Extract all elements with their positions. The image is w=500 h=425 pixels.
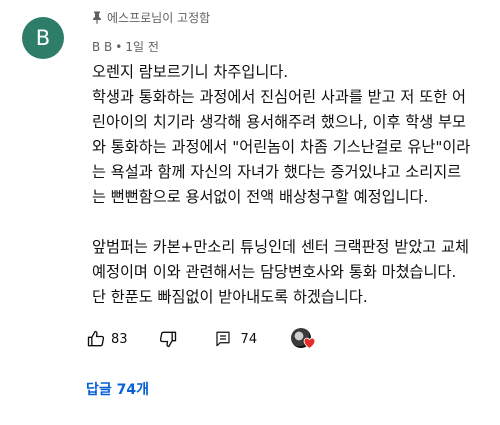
comment-text-line: 예정이며 이와 관련해서는 담당변호사와 통화 마쳤습니다.: [92, 263, 457, 281]
comment-text-line: 오렌지 람보르기니 차주입니다.: [92, 63, 289, 81]
creator-heart: [291, 328, 317, 350]
pin-icon: [93, 11, 101, 24]
comment-text-line: 학생과 통화하는 과정에서 진심어린 사과를 받고 저 또한 어: [92, 88, 466, 106]
avatar-letter: B: [35, 26, 51, 50]
thumbs-down-icon: [159, 331, 176, 348]
view-replies-link[interactable]: 답글 74개: [86, 379, 149, 399]
comment-text-line: 와 통화하는 과정에서 "어린놈이 차좀 기스난걸로 유난"이라: [92, 138, 471, 156]
comment-text-line: 는 욕설과 함께 자신의 자녀가 했다는 증거있냐고 소리지르: [92, 163, 462, 181]
comment-text-line: 단 한푼도 빠짐없이 받아내도록 하겠습니다.: [92, 288, 368, 306]
comment-actions: 83 74: [86, 328, 317, 350]
author-name[interactable]: B B: [92, 40, 112, 54]
dislike-button[interactable]: [158, 329, 178, 349]
comment-text-line: 는 뻔뻔함으로 용서없이 전액 배상청구할 예정입니다.: [92, 188, 429, 206]
comment-thread: B 에스프로님이 고정함 B B • 1일 전 오렌지 람보르기니 차주입니다. 학생…: [0, 0, 500, 425]
pinned-indicator: 에스프로님이 고정함: [92, 9, 210, 26]
thumbs-up-icon: [87, 330, 105, 347]
reply-count: 74: [240, 331, 258, 347]
reply-icon: [215, 331, 230, 347]
comment-text-line: 린아이의 치기라 생각해 용서해주려 했으나, 이후 학생 부모: [92, 113, 466, 131]
like-count: 83: [111, 331, 128, 347]
avatar[interactable]: B: [22, 17, 64, 59]
meta-separator: •: [115, 40, 123, 54]
like-button[interactable]: 83: [86, 329, 128, 349]
comment-meta: B B • 1일 전: [92, 38, 159, 55]
pinned-label: 에스프로님이 고정함: [107, 11, 211, 25]
comment-text: 오렌지 람보르기니 차주입니다. 학생과 통화하는 과정에서 진심어린 사과를 받…: [92, 60, 492, 310]
reply-button[interactable]: 74: [214, 330, 258, 348]
heart-icon: [303, 337, 316, 349]
comment-text-line: 앞범퍼는 카본+만소리 튜닝인데 센터 크랙판정 받았고 교체: [92, 238, 470, 256]
comment-text-line: [92, 210, 492, 235]
comment-time[interactable]: 1일 전: [125, 40, 159, 54]
